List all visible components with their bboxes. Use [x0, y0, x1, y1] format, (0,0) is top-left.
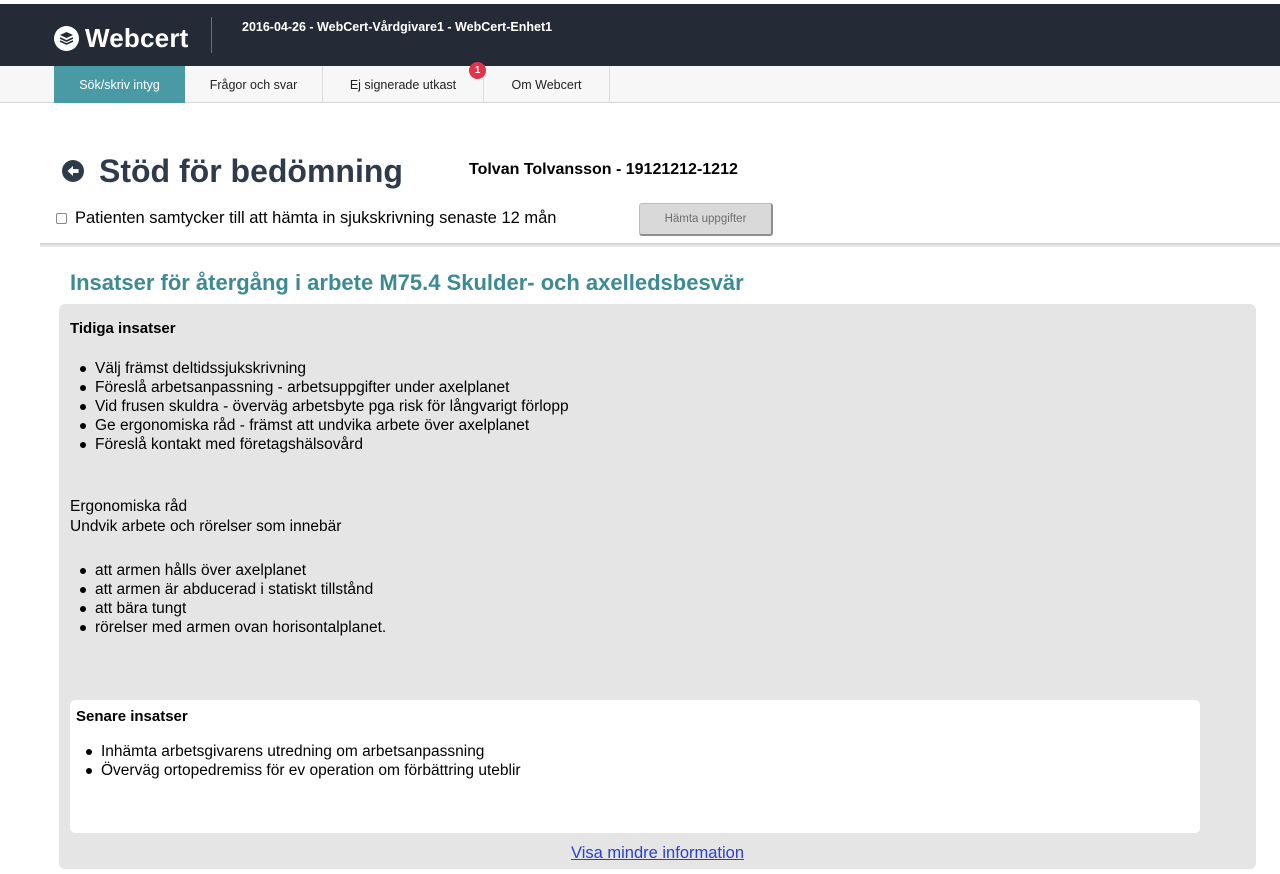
unsigned-drafts-count-badge: 1 [469, 62, 486, 79]
tab-ej-signerade-utkast[interactable]: Ej signerade utkast [323, 66, 484, 103]
tab-fragor-och-svar[interactable]: Frågor och svar [185, 66, 323, 103]
late-interventions-box: Senare insatser Inhämta arbetsgivarens u… [70, 700, 1200, 833]
show-less-link[interactable]: Visa mindre information [59, 844, 1256, 863]
list-item: rörelser med armen ovan horisontalplanet… [70, 618, 386, 637]
top-header: Webcert 2016-04-26 - WebCert-Vårdgivare1… [0, 0, 1280, 66]
fetch-data-button[interactable]: Hämta uppgifter [639, 203, 773, 236]
early-interventions-list: Välj främst deltidssjukskrivning Föreslå… [70, 359, 569, 454]
late-interventions-title: Senare insatser [76, 708, 188, 725]
late-interventions-list: Inhämta arbetsgivarens utredning om arbe… [76, 742, 521, 780]
section-divider [40, 243, 1280, 247]
list-item: Välj främst deltidssjukskrivning [70, 359, 569, 378]
main-nav: Sök/skriv intyg Frågor och svar Ej signe… [0, 66, 1280, 103]
early-interventions-title: Tidiga insatser [70, 320, 176, 337]
consent-checkbox[interactable] [56, 213, 67, 224]
list-item: Inhämta arbetsgivarens utredning om arbe… [76, 742, 521, 761]
ergonomic-advice-intro: Undvik arbete och rörelser som innebär [70, 518, 342, 535]
ergonomic-advice-list: att armen hålls över axelplanet att arme… [70, 561, 386, 637]
back-arrow-icon[interactable] [62, 160, 84, 182]
patient-name-id: Tolvan Tolvansson - 19121212-1212 [469, 161, 738, 178]
header-divider [211, 17, 212, 53]
page-title-row: Stöd för bedömning [62, 150, 403, 192]
webcert-logo[interactable]: Webcert [54, 22, 189, 54]
consent-row: Patienten samtycker till att hämta in sj… [56, 209, 556, 228]
page-title: Stöd för bedömning [99, 152, 403, 189]
list-item: Föreslå arbetsanpassning - arbetsuppgift… [70, 378, 569, 397]
interventions-panel: Tidiga insatser Välj främst deltidssjuks… [59, 304, 1256, 869]
list-item: Vid frusen skuldra - överväg arbetsbyte … [70, 397, 569, 416]
list-item: Ge ergonomiska råd - främst att undvika … [70, 416, 569, 435]
webcert-logo-icon [54, 25, 79, 51]
ergonomic-advice-title: Ergonomiska råd [70, 498, 188, 515]
list-item: att bära tungt [70, 599, 386, 618]
list-item: att armen hålls över axelplanet [70, 561, 386, 580]
list-item: Föreslå kontakt med företagshälsovård [70, 435, 569, 454]
app-name: Webcert [85, 22, 189, 53]
care-unit-context: 2016-04-26 - WebCert-Vårdgivare1 - WebCe… [242, 20, 553, 34]
tab-sok-skriv-intyg[interactable]: Sök/skriv intyg [54, 66, 185, 103]
list-item: Överväg ortopedremiss för ev operation o… [76, 761, 521, 780]
tab-om-webcert[interactable]: Om Webcert [484, 66, 610, 103]
list-item: att armen är abducerad i statiskt tillst… [70, 580, 386, 599]
section-heading: Insatser för återgång i arbete M75.4 Sku… [70, 270, 744, 295]
consent-label: Patienten samtycker till att hämta in sj… [75, 209, 557, 227]
